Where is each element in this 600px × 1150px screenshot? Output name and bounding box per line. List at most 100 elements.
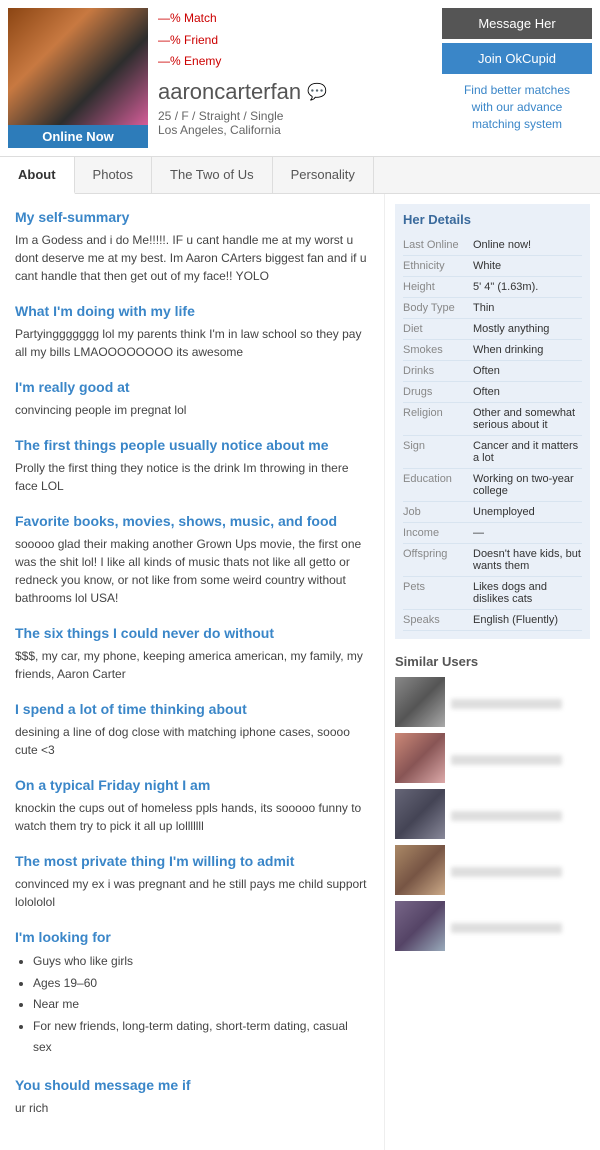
section-private-title: The most private thing I'm willing to ad…	[15, 853, 369, 869]
header-center: —% Match —% Friend —% Enemy aaroncarterf…	[148, 8, 442, 148]
section-good-at-title: I'm really good at	[15, 379, 369, 395]
section-message-me: You should message me if ur rich	[15, 1077, 369, 1117]
tab-photos[interactable]: Photos	[75, 157, 152, 193]
list-item: For new friends, long-term dating, short…	[33, 1016, 369, 1059]
list-item: Near me	[33, 994, 369, 1016]
detail-value: When drinking	[473, 344, 582, 356]
similar-user-detail-blur	[451, 867, 562, 877]
detail-row: PetsLikes dogs and dislikes cats	[403, 577, 582, 610]
section-message-title: You should message me if	[15, 1077, 369, 1093]
tab-about[interactable]: About	[0, 157, 75, 194]
username: aaroncarterfan	[158, 79, 301, 105]
her-details-heading: Her Details	[403, 212, 582, 227]
detail-label: Speaks	[403, 614, 473, 626]
find-better-promo: Find better matches with our advance mat…	[442, 82, 592, 132]
detail-value: Online now!	[473, 239, 582, 251]
detail-row: EducationWorking on two-year college	[403, 469, 582, 502]
similar-users-heading: Similar Users	[395, 654, 590, 669]
similar-user-thumb	[395, 901, 445, 951]
similar-user-thumb	[395, 677, 445, 727]
section-six-things: The six things I could never do without …	[15, 625, 369, 683]
detail-row: DietMostly anything	[403, 319, 582, 340]
similar-user-item[interactable]	[395, 677, 590, 727]
section-doing-title: What I'm doing with my life	[15, 303, 369, 319]
similar-user-detail-blur	[451, 811, 562, 821]
enemy-percent: —% Enemy	[158, 51, 432, 73]
detail-label: Drugs	[403, 386, 473, 398]
detail-row: Income—	[403, 523, 582, 544]
section-good-at: I'm really good at convincing people im …	[15, 379, 369, 419]
detail-value: Unemployed	[473, 506, 582, 518]
detail-label: Sign	[403, 440, 473, 464]
similar-user-item[interactable]	[395, 733, 590, 783]
detail-row: DrinksOften	[403, 361, 582, 382]
detail-value: Thin	[473, 302, 582, 314]
detail-row: OffspringDoesn't have kids, but wants th…	[403, 544, 582, 577]
similar-user-item[interactable]	[395, 901, 590, 951]
detail-value: Often	[473, 365, 582, 377]
friend-percent: —% Friend	[158, 30, 432, 52]
chat-icon[interactable]: 💬	[307, 82, 327, 102]
detail-label: Height	[403, 281, 473, 293]
section-self-summary-title: My self-summary	[15, 209, 369, 225]
detail-row: SpeaksEnglish (Fluently)	[403, 610, 582, 631]
detail-label: Education	[403, 473, 473, 497]
detail-row: Body TypeThin	[403, 298, 582, 319]
similar-users-section: Similar Users	[395, 654, 590, 951]
detail-label: Drinks	[403, 365, 473, 377]
detail-value: 5' 4" (1.63m).	[473, 281, 582, 293]
detail-label: Body Type	[403, 302, 473, 314]
detail-label: Smokes	[403, 344, 473, 356]
looking-for-list: Guys who like girls Ages 19–60 Near me F…	[15, 951, 369, 1059]
section-first-notice: The first things people usually notice a…	[15, 437, 369, 495]
detail-label: Job	[403, 506, 473, 518]
similar-user-info	[451, 807, 590, 821]
section-private-thing: The most private thing I'm willing to ad…	[15, 853, 369, 911]
detail-row: Last OnlineOnline now!	[403, 235, 582, 256]
section-thinking-body: desining a line of dog close with matchi…	[15, 723, 369, 759]
tab-bar: About Photos The Two of Us Personality	[0, 157, 600, 194]
detail-value: Doesn't have kids, but wants them	[473, 548, 582, 572]
detail-label: Pets	[403, 581, 473, 605]
detail-row: SmokesWhen drinking	[403, 340, 582, 361]
similar-user-item[interactable]	[395, 845, 590, 895]
section-thinking-about: I spend a lot of time thinking about des…	[15, 701, 369, 759]
detail-value: White	[473, 260, 582, 272]
profile-header: Online Now —% Match —% Friend —% Enemy a…	[0, 0, 600, 157]
list-item: Ages 19–60	[33, 973, 369, 995]
similar-users-list	[395, 677, 590, 951]
similar-user-detail-blur	[451, 923, 562, 933]
similar-user-detail-blur	[451, 699, 562, 709]
detail-value: Working on two-year college	[473, 473, 582, 497]
similar-user-thumb	[395, 733, 445, 783]
tab-two-of-us[interactable]: The Two of Us	[152, 157, 273, 193]
details-rows: Last OnlineOnline now!EthnicityWhiteHeig…	[403, 235, 582, 631]
detail-value: Mostly anything	[473, 323, 582, 335]
her-details-box: Her Details Last OnlineOnline now!Ethnic…	[395, 204, 590, 639]
detail-row: DrugsOften	[403, 382, 582, 403]
main-content: My self-summary Im a Godess and i do Me!…	[0, 194, 600, 1150]
detail-row: SignCancer and it matters a lot	[403, 436, 582, 469]
profile-photo-container: Online Now	[8, 8, 148, 148]
join-button[interactable]: Join OkCupid	[442, 43, 592, 74]
section-doing-with-life: What I'm doing with my life Partyinggggg…	[15, 303, 369, 361]
similar-user-detail-blur	[451, 755, 562, 765]
similar-user-item[interactable]	[395, 789, 590, 839]
section-first-notice-body: Prolly the first thing they notice is th…	[15, 459, 369, 495]
section-looking-title: I'm looking for	[15, 929, 369, 945]
detail-value: Cancer and it matters a lot	[473, 440, 582, 464]
message-button[interactable]: Message Her	[442, 8, 592, 39]
similar-user-info	[451, 919, 590, 933]
match-info: —% Match —% Friend —% Enemy	[158, 8, 432, 73]
detail-value: Often	[473, 386, 582, 398]
tab-personality[interactable]: Personality	[273, 157, 374, 193]
content-right: Her Details Last OnlineOnline now!Ethnic…	[385, 194, 600, 1150]
detail-value: —	[473, 527, 582, 539]
section-favorites-title: Favorite books, movies, shows, music, an…	[15, 513, 369, 529]
similar-user-thumb	[395, 789, 445, 839]
detail-label: Offspring	[403, 548, 473, 572]
section-good-at-body: convincing people im pregnat lol	[15, 401, 369, 419]
detail-label: Diet	[403, 323, 473, 335]
username-row: aaroncarterfan 💬	[158, 79, 432, 105]
online-badge: Online Now	[8, 125, 148, 148]
